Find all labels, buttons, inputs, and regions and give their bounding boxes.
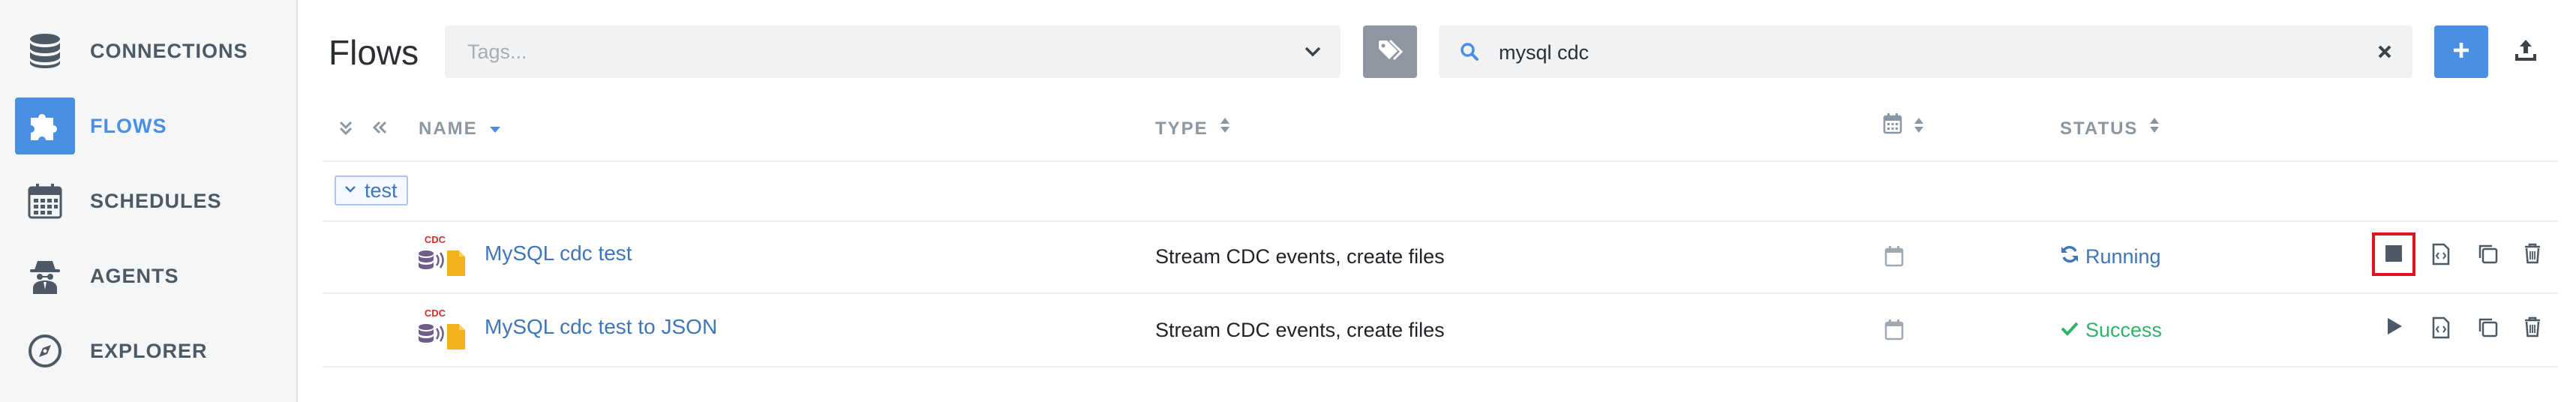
- sidebar: CONNECTIONS FLOWS SCHEDULES AGENTS EXPLO…: [0, 0, 298, 402]
- copy-icon: [2477, 244, 2498, 267]
- cdc-icon-label: CDC: [425, 234, 446, 245]
- sort-icon: [1219, 98, 1231, 160]
- calendar-icon: [1884, 246, 1904, 271]
- page-title: Flows: [329, 33, 419, 72]
- table-row: CDC MySQL cdc test to JSON Stream CDC ev…: [323, 294, 2558, 368]
- column-header-type[interactable]: TYPE: [1155, 98, 1231, 160]
- column-header-label: STATUS: [2060, 118, 2139, 139]
- code-file-icon: [2432, 243, 2450, 268]
- group-name: test: [365, 178, 398, 202]
- sort-icon: [2148, 98, 2160, 160]
- run-flow-button[interactable]: [2385, 316, 2403, 340]
- tags-placeholder: Tags...: [467, 40, 527, 63]
- duplicate-button[interactable]: [2477, 316, 2498, 341]
- search-box[interactable]: [1439, 26, 2412, 80]
- chevron-down-icon: [1303, 42, 1323, 65]
- cdc-flow-icon: CDC: [417, 308, 470, 354]
- puzzle-icon: [15, 98, 75, 154]
- view-code-button[interactable]: [2432, 243, 2450, 269]
- column-header-label: NAME: [419, 118, 478, 139]
- column-header-label: TYPE: [1155, 118, 1208, 139]
- sidebar-item-schedules[interactable]: SCHEDULES: [0, 165, 296, 237]
- status-badge: Running: [2060, 220, 2161, 292]
- view-code-button[interactable]: [2432, 316, 2450, 343]
- play-icon: [2385, 318, 2403, 339]
- compass-icon: [15, 322, 75, 380]
- sidebar-item-label: FLOWS: [90, 115, 167, 137]
- sidebar-item-label: AGENTS: [90, 265, 179, 287]
- sidebar-item-flows[interactable]: FLOWS: [0, 90, 296, 162]
- trash-icon: [2523, 316, 2541, 340]
- cdc-icon-label: CDC: [425, 308, 446, 319]
- cdc-flow-icon: CDC: [417, 234, 470, 280]
- column-header-status[interactable]: STATUS: [2060, 98, 2160, 160]
- sort-icon: [1913, 98, 1925, 160]
- flow-type: Stream CDC events, create files: [1155, 245, 1445, 268]
- database-icon: [15, 22, 75, 80]
- sidebar-item-label: EXPLORER: [90, 340, 208, 362]
- stop-flow-button[interactable]: [2384, 243, 2403, 266]
- calendar-icon: [1884, 320, 1904, 344]
- search-input[interactable]: [1497, 26, 2325, 80]
- code-file-icon: [2432, 316, 2450, 342]
- column-header-date[interactable]: [1883, 98, 1925, 160]
- upload-icon: [2514, 40, 2537, 64]
- tags-select[interactable]: Tags...: [445, 26, 1341, 78]
- search-icon: [1460, 42, 1479, 65]
- delete-button[interactable]: [2523, 243, 2541, 268]
- check-icon: [2060, 319, 2079, 342]
- expand-all-icon[interactable]: [338, 118, 354, 142]
- flow-name-link[interactable]: MySQL cdc test: [485, 220, 632, 286]
- spy-agent-icon: [15, 248, 75, 304]
- delete-button[interactable]: [2523, 316, 2541, 341]
- group-toggle[interactable]: test: [335, 176, 408, 206]
- tags-icon: [1377, 39, 1404, 65]
- sidebar-item-label: CONNECTIONS: [90, 40, 248, 62]
- sync-icon: [2060, 244, 2079, 269]
- table-row: CDC MySQL cdc test Stream CDC events, cr…: [323, 220, 2558, 294]
- table-header: NAME TYPE STATUS: [323, 98, 2558, 162]
- upload-button[interactable]: [2514, 38, 2537, 65]
- status-badge: Success: [2060, 294, 2162, 366]
- sidebar-item-label: SCHEDULES: [90, 190, 222, 212]
- plus-icon: [2451, 40, 2471, 64]
- close-icon[interactable]: [2376, 44, 2393, 64]
- sidebar-item-explorer[interactable]: EXPLORER: [0, 315, 296, 387]
- sidebar-item-agents[interactable]: AGENTS: [0, 240, 296, 312]
- manage-tags-button[interactable]: [1363, 26, 1417, 78]
- trash-icon: [2523, 243, 2541, 267]
- duplicate-button[interactable]: [2477, 243, 2498, 268]
- calendar-icon: [1883, 98, 1902, 160]
- sidebar-item-connections[interactable]: CONNECTIONS: [0, 15, 296, 87]
- calendar-icon: [15, 172, 75, 230]
- collapse-all-icon[interactable]: [371, 118, 389, 142]
- copy-icon: [2477, 318, 2498, 340]
- group-row: test: [323, 160, 2558, 222]
- column-header-name[interactable]: NAME: [419, 98, 502, 160]
- flow-type: Stream CDC events, create files: [1155, 319, 1445, 341]
- sort-desc-icon: [488, 98, 502, 160]
- chevron-down-icon: [344, 184, 357, 198]
- stop-icon: [2384, 245, 2403, 266]
- status-text: Running: [2085, 244, 2161, 268]
- status-text: Success: [2085, 318, 2163, 341]
- add-flow-button[interactable]: [2434, 26, 2488, 78]
- flow-name-link[interactable]: MySQL cdc test to JSON: [485, 294, 717, 360]
